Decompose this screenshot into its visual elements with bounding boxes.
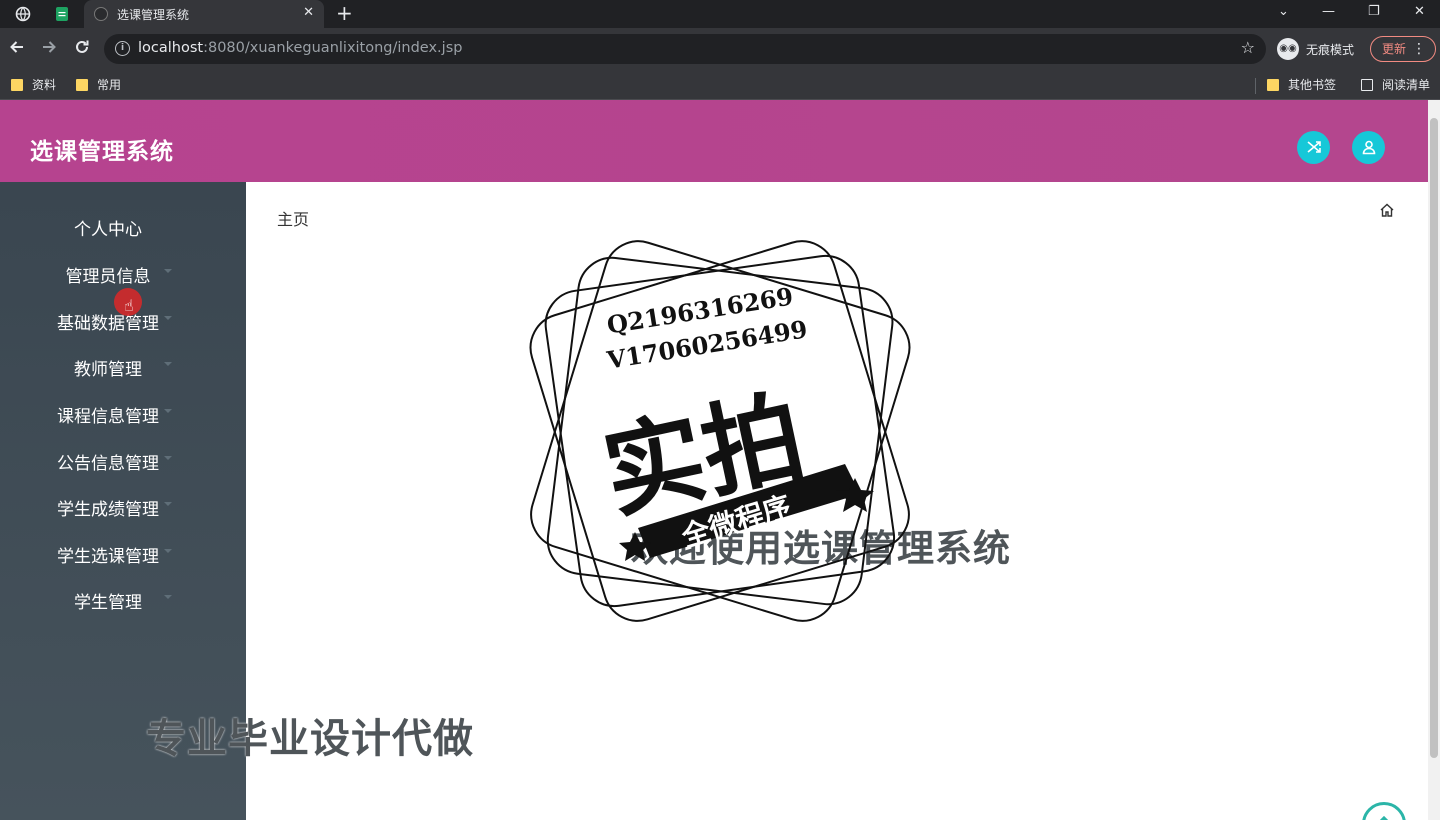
update-button[interactable]: 更新 ⋮ [1370,36,1436,62]
shuffle-icon [1306,138,1322,156]
bottom-watermark: 专业毕业设计代做 [146,716,474,762]
sidebar-item-course-info[interactable]: 课程信息管理 [0,402,216,427]
sidebar-item-announcement[interactable]: 公告信息管理 [0,449,216,474]
sheets-app-icon[interactable] [52,4,72,24]
sidebar-item-personal-center[interactable]: 个人中心 [0,215,216,240]
folder-icon [11,79,23,91]
app-title: 选课管理系统 [30,139,174,165]
sidebar-item-course-selection[interactable]: 学生选课管理 [0,542,216,567]
chevron-down-icon [164,456,172,460]
folder-icon [76,79,88,91]
app-header: 选课管理系统 [0,100,1428,182]
site-info-icon[interactable]: i [115,41,130,56]
bookmark-folder-ziliao[interactable]: 资料 [11,76,56,94]
back-to-top-button[interactable] [1362,802,1406,820]
back-arrow-icon[interactable] [8,38,26,61]
tab-title: 选课管理系统 [117,8,190,22]
web-page: 选课管理系统 个人中心 管理员信息 基础数据管理 教师管理 课程信息管理 公告信… [0,100,1428,820]
user-icon [1361,138,1377,156]
scrollbar-thumb[interactable] [1430,118,1438,758]
stamp-watermark: Q2196316269 V17060256499 实拍 全微程序 [520,232,920,632]
reload-icon[interactable] [73,38,91,61]
kebab-menu-icon[interactable]: ⋮ [1412,37,1426,61]
sidebar-item-basic-data[interactable]: 基础数据管理 [0,309,216,334]
arrow-up-icon [1379,815,1389,820]
other-bookmarks[interactable]: 其他书签 [1267,76,1336,94]
chevron-down-icon [164,269,172,273]
page-scrollbar[interactable] [1428,100,1440,820]
bookmarks-divider [1255,78,1256,94]
browser-tab-bar: 选课管理系统 ✕ + ⌄ — ❐ ✕ [0,0,1440,28]
restore-icon[interactable]: ❐ [1368,4,1380,19]
active-tab[interactable]: 选课管理系统 ✕ [84,0,324,28]
folder-icon [1267,79,1279,91]
update-label: 更新 [1382,42,1407,56]
tab-close-icon[interactable]: ✕ [303,5,314,20]
globe-icon[interactable] [13,4,33,24]
reading-list-label: 阅读清单 [1382,78,1431,92]
chevron-down-icon [164,502,172,506]
reading-list-icon [1361,79,1373,91]
tab-search-chevron-icon[interactable]: ⌄ [1278,4,1289,19]
fullscreen-button[interactable] [1297,131,1330,164]
incognito-icon[interactable]: ◉◉ [1277,38,1299,60]
sidebar-item-student[interactable]: 学生管理 [0,588,216,613]
sidebar-item-admin-info[interactable]: 管理员信息 [0,262,216,287]
url-host: localhost [138,40,204,56]
breadcrumb[interactable]: 主页 [277,206,309,230]
other-bookmarks-label: 其他书签 [1288,78,1337,92]
chevron-down-icon [164,549,172,553]
url-text: localhost:8080/xuankeguanlixitong/index.… [138,40,462,56]
bookmark-star-icon[interactable]: ☆ [1241,38,1255,57]
reading-list[interactable]: 阅读清单 [1361,76,1430,94]
chevron-down-icon [164,595,172,599]
bookmark-folder-changyong[interactable]: 常用 [76,76,121,94]
url-path: :8080/xuankeguanlixitong/index.jsp [203,40,463,56]
address-bar[interactable]: i localhost:8080/xuankeguanlixitong/inde… [104,34,1266,64]
chevron-down-icon [164,316,172,320]
chevron-down-icon [164,362,172,366]
chevron-down-icon [164,409,172,413]
bookmark-label: 资料 [32,78,57,92]
incognito-label[interactable]: 无痕模式 [1306,41,1354,58]
browser-toolbar: i localhost:8080/xuankeguanlixitong/inde… [0,28,1440,70]
user-button[interactable] [1352,131,1385,164]
forward-arrow-icon[interactable] [40,38,58,61]
bookmark-label: 常用 [97,78,122,92]
minimize-icon[interactable]: — [1322,4,1335,19]
home-icon[interactable] [1379,202,1395,222]
bookmarks-bar: 资料 常用 其他书签 阅读清单 [0,70,1440,100]
window-close-icon[interactable]: ✕ [1414,4,1425,19]
tab-favicon-icon [94,7,108,21]
sidebar-item-student-grades[interactable]: 学生成绩管理 [0,495,216,520]
sidebar-item-teacher[interactable]: 教师管理 [0,355,216,380]
hand-cursor-icon: ☝ [124,296,134,315]
new-tab-plus-icon[interactable]: + [336,2,353,24]
